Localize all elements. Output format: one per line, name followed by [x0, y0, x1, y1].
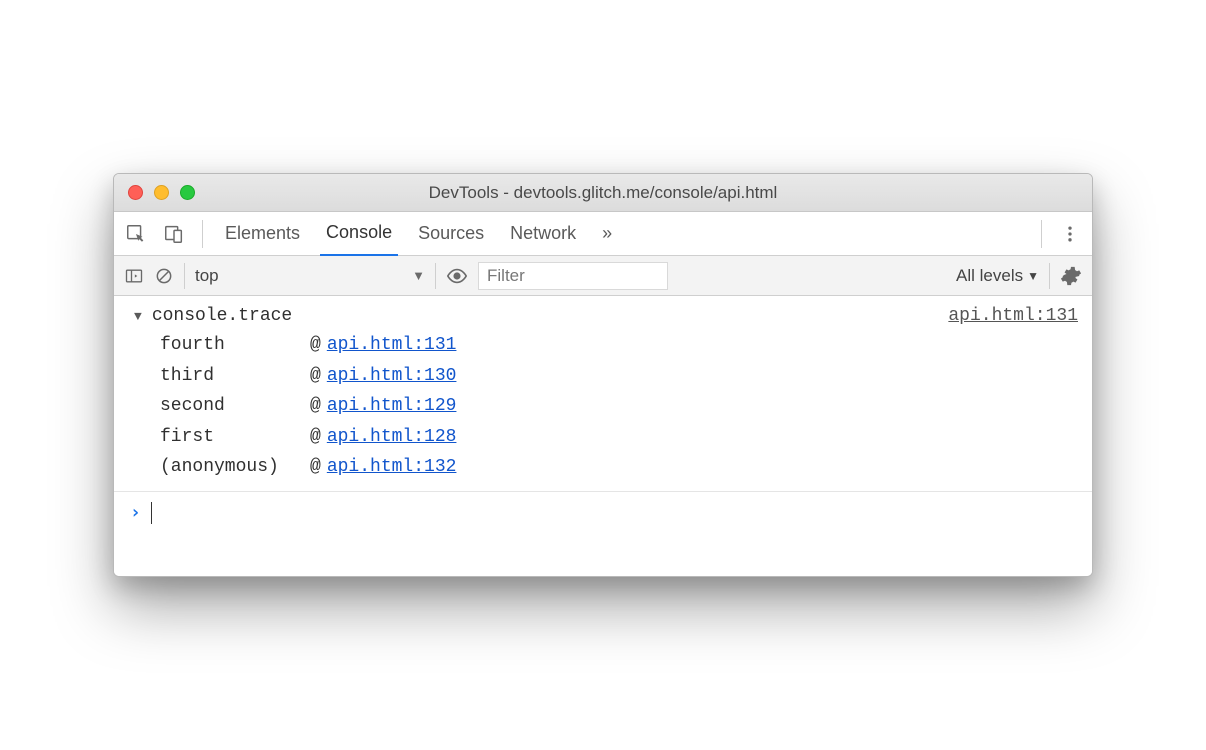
tab-network[interactable]: Network	[504, 212, 582, 256]
stack-source-link[interactable]: api.html:131	[327, 330, 457, 361]
source-link[interactable]: api.html:131	[948, 306, 1078, 326]
clear-console-icon[interactable]	[154, 266, 174, 286]
tab-label: Network	[510, 223, 576, 244]
tab-label: Elements	[225, 223, 300, 244]
overflow-label: »	[602, 223, 612, 244]
more-menu-icon[interactable]	[1058, 222, 1082, 246]
zoom-window-button[interactable]	[180, 185, 195, 200]
stack-source-link[interactable]: api.html:129	[327, 391, 457, 422]
levels-label: All levels	[956, 266, 1023, 286]
titlebar: DevTools - devtools.glitch.me/console/ap…	[114, 174, 1092, 212]
tab-console[interactable]: Console	[320, 212, 398, 256]
stack-at: @	[310, 330, 321, 361]
trace-label: console.trace	[152, 306, 292, 326]
traffic-lights	[114, 185, 195, 200]
separator	[1049, 263, 1050, 289]
stack-trace: fourth @ api.html:131 third @ api.html:1…	[114, 328, 1092, 483]
stack-function: fourth	[160, 330, 310, 361]
separator	[1041, 220, 1042, 248]
stack-function: second	[160, 391, 310, 422]
tab-label: Console	[326, 222, 392, 243]
tab-sources[interactable]: Sources	[412, 212, 490, 256]
stack-source-link[interactable]: api.html:130	[327, 361, 457, 392]
stack-source-link[interactable]: api.html:132	[327, 452, 457, 483]
eye-icon[interactable]	[446, 265, 468, 287]
console-trace-message: ▼ console.trace api.html:131	[114, 302, 1092, 328]
stack-source-link[interactable]: api.html:128	[327, 422, 457, 453]
console-output: ▼ console.trace api.html:131 fourth @ ap…	[114, 296, 1092, 576]
stack-function: third	[160, 361, 310, 392]
chevron-down-icon: ▼	[412, 268, 425, 283]
prompt-chevron-icon: ›	[130, 502, 141, 523]
separator	[435, 263, 436, 289]
stack-at: @	[310, 452, 321, 483]
text-cursor	[151, 502, 152, 524]
stack-frame: fourth @ api.html:131	[160, 330, 1092, 361]
tab-elements[interactable]: Elements	[219, 212, 306, 256]
minimize-window-button[interactable]	[154, 185, 169, 200]
console-sidebar-toggle-icon[interactable]	[124, 266, 144, 286]
chevron-down-icon: ▼	[1027, 269, 1039, 283]
settings-gear-icon[interactable]	[1060, 265, 1082, 287]
separator	[202, 220, 203, 248]
console-prompt[interactable]: ›	[114, 492, 1092, 564]
stack-at: @	[310, 422, 321, 453]
devtools-tabbar: Elements Console Sources Network »	[114, 212, 1092, 256]
stack-at: @	[310, 391, 321, 422]
disclosure-triangle-icon[interactable]: ▼	[134, 309, 142, 324]
stack-frame: second @ api.html:129	[160, 391, 1092, 422]
window-title: DevTools - devtools.glitch.me/console/ap…	[114, 183, 1092, 203]
filter-input[interactable]	[478, 262, 668, 290]
context-selector[interactable]: top ▼	[195, 266, 425, 286]
log-levels-selector[interactable]: All levels ▼	[956, 266, 1039, 286]
console-toolbar: top ▼ All levels ▼	[114, 256, 1092, 296]
separator	[184, 263, 185, 289]
close-window-button[interactable]	[128, 185, 143, 200]
stack-frame: first @ api.html:128	[160, 422, 1092, 453]
stack-at: @	[310, 361, 321, 392]
device-toggle-icon[interactable]	[162, 222, 186, 246]
tab-label: Sources	[418, 223, 484, 244]
context-label: top	[195, 266, 219, 286]
stack-function: first	[160, 422, 310, 453]
devtools-window: DevTools - devtools.glitch.me/console/ap…	[113, 173, 1093, 577]
stack-function: (anonymous)	[160, 452, 310, 483]
stack-frame: (anonymous) @ api.html:132	[160, 452, 1092, 483]
tabs-overflow[interactable]: »	[596, 212, 618, 256]
inspect-element-icon[interactable]	[124, 222, 148, 246]
stack-frame: third @ api.html:130	[160, 361, 1092, 392]
